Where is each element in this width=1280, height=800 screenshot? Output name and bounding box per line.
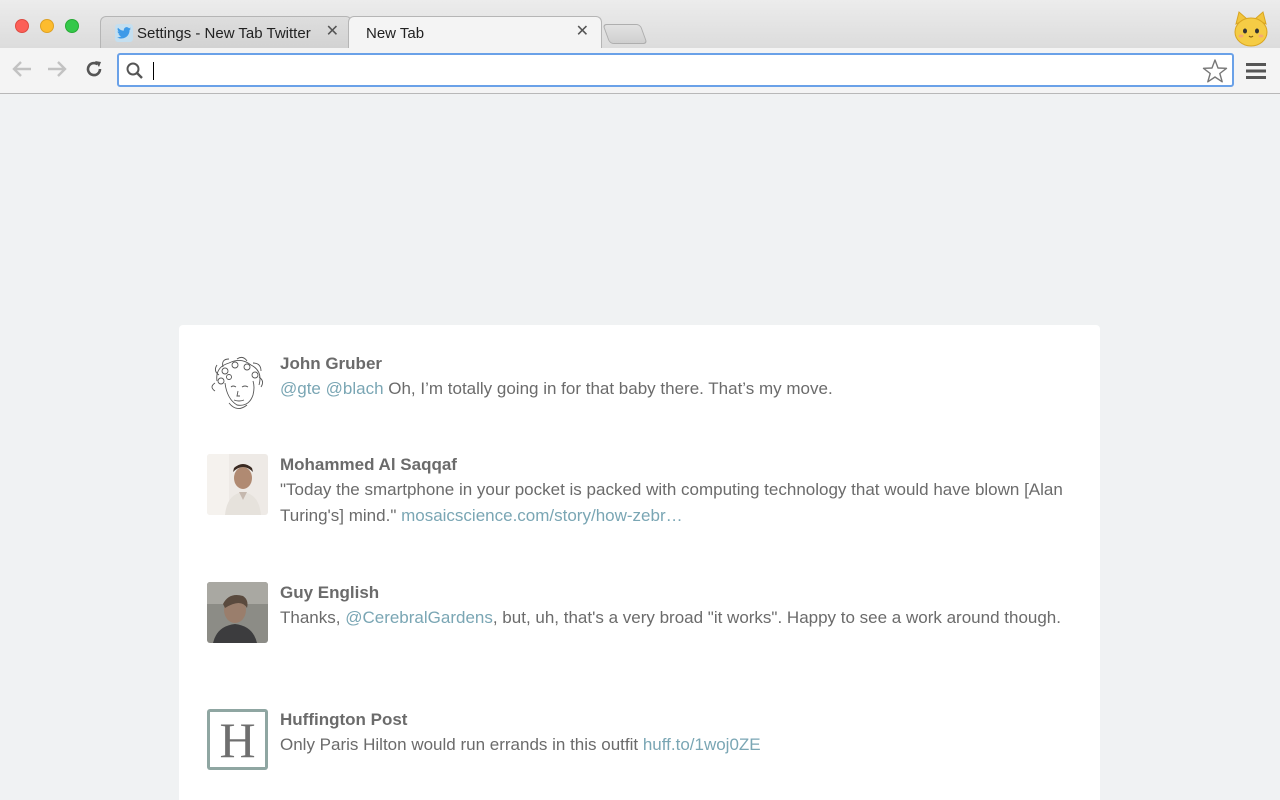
tweet-mention-link[interactable]: @CerebralGardens: [345, 608, 493, 627]
tab-settings[interactable]: Settings - New Tab Twitter ✕: [100, 16, 352, 48]
tweet-author-name[interactable]: Guy English: [280, 582, 1080, 604]
tweet-author-name[interactable]: John Gruber: [280, 353, 1080, 375]
cat-avatar-icon[interactable]: [1232, 10, 1270, 48]
window-minimize-button[interactable]: [40, 19, 54, 33]
arrow-right-icon: [46, 60, 68, 83]
tab-title: Settings - New Tab Twitter: [137, 25, 311, 42]
tweet-text: @gte @blach Oh, I’m totally going in for…: [280, 376, 1080, 402]
bookmark-star-icon[interactable]: [1202, 58, 1228, 84]
tweet-author-name[interactable]: Mohammed Al Saqqaf: [280, 454, 1080, 476]
tab-close-icon[interactable]: ✕: [326, 23, 339, 41]
tweet-text-segment: , but, uh, that's a very broad "it works…: [492, 608, 1061, 627]
omnibox[interactable]: [117, 53, 1234, 87]
new-tab-page: John Gruber @gte @blach Oh, I’m totally …: [0, 95, 1280, 800]
tweet-url-link[interactable]: huff.to/1woj0ZE: [643, 735, 761, 754]
tweet-text-segment: Oh, I’m totally going in for that baby t…: [383, 379, 833, 398]
avatar[interactable]: [207, 454, 268, 515]
tweet-text-segment: Thanks,: [280, 608, 346, 627]
tweet-mention-link[interactable]: @gte: [280, 379, 321, 398]
menu-button[interactable]: [1245, 61, 1267, 81]
tweet-feed-card: John Gruber @gte @blach Oh, I’m totally …: [179, 325, 1100, 800]
text-cursor: [153, 62, 154, 80]
arrow-left-icon: [11, 60, 33, 83]
omnibox-input[interactable]: [151, 59, 1191, 81]
tweet-text: Only Paris Hilton would run errands in t…: [280, 732, 1080, 758]
tab-new-tab[interactable]: New Tab ✕: [348, 16, 602, 48]
back-button[interactable]: [10, 60, 34, 82]
reload-icon: [84, 59, 104, 84]
tweet-text: Thanks, @CerebralGardens, but, uh, that'…: [280, 605, 1080, 631]
tab-strip: Settings - New Tab Twitter ✕ New Tab ✕: [0, 0, 1280, 48]
avatar[interactable]: [207, 353, 268, 414]
tweet-author-name[interactable]: Huffington Post: [280, 709, 1080, 731]
avatar[interactable]: [207, 582, 268, 643]
browser-toolbar: [0, 48, 1280, 94]
tweet-text-segment: Only Paris Hilton would run errands in t…: [280, 735, 643, 754]
reload-button[interactable]: [82, 60, 106, 82]
hamburger-menu-icon: [1245, 63, 1267, 85]
window-close-button[interactable]: [15, 19, 29, 33]
logo-letter: H: [219, 711, 256, 768]
new-tab-button[interactable]: [602, 24, 648, 44]
search-icon: [125, 61, 145, 81]
huffpost-logo-avatar[interactable]: H: [207, 709, 268, 770]
tweet-text: "Today the smartphone in your pocket is …: [280, 477, 1080, 529]
tweet-url-link[interactable]: mosaicscience.com/story/how-zebr…: [401, 506, 683, 525]
twitter-bird-icon: [115, 24, 133, 42]
window-zoom-button[interactable]: [65, 19, 79, 33]
tweet-mention-link[interactable]: @blach: [326, 379, 384, 398]
tab-close-icon[interactable]: ✕: [576, 23, 589, 41]
forward-button[interactable]: [45, 60, 69, 82]
tab-title: New Tab: [366, 25, 425, 42]
